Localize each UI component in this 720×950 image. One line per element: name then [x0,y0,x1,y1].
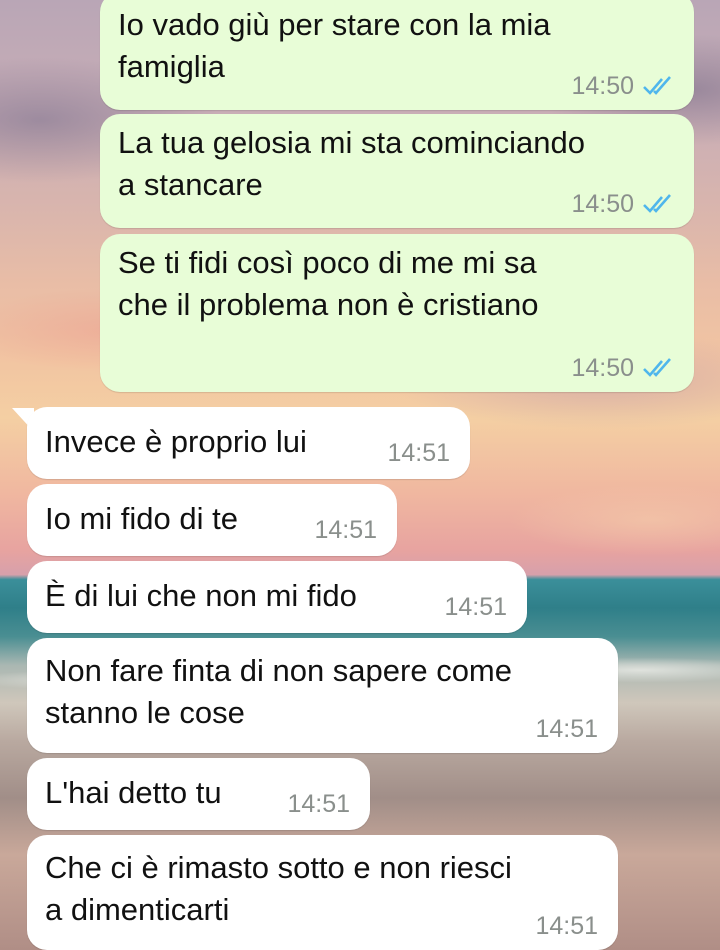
double-check-icon [643,194,671,213]
message-time: 14:50 [571,72,634,100]
message-meta: 14:51 [535,715,598,743]
message-meta: 14:51 [314,516,377,544]
message-text: Che ci è rimasto sotto e non riesci a di… [45,850,512,927]
incoming-message[interactable]: Non fare finta di non sapere come stanno… [27,638,618,753]
incoming-message[interactable]: L'hai detto tu 14:51 [27,758,370,830]
message-time: 14:50 [571,354,634,382]
incoming-message[interactable]: Invece è proprio lui 14:51 [27,407,470,479]
message-time: 14:51 [287,790,350,818]
message-meta: 14:51 [444,593,507,621]
incoming-message[interactable]: Che ci è rimasto sotto e non riesci a di… [27,835,618,950]
message-text: Se ti fidi così poco di me mi sa che il … [118,245,539,322]
message-time: 14:51 [314,516,377,544]
message-meta: 14:50 [571,72,674,100]
outgoing-message[interactable]: Se ti fidi così poco di me mi sa che il … [100,234,694,392]
message-meta: 14:50 [571,190,674,218]
message-time: 14:51 [387,439,450,467]
message-meta: 14:50 [571,354,674,382]
incoming-message[interactable]: Io mi fido di te 14:51 [27,484,397,556]
incoming-message[interactable]: È di lui che non mi fido 14:51 [27,561,527,633]
message-time: 14:51 [444,593,507,621]
outgoing-message[interactable]: Io vado giù per stare con la mia famigli… [100,0,694,110]
message-text: È di lui che non mi fido [45,578,357,613]
message-time: 14:50 [571,190,634,218]
message-meta: 14:51 [535,912,598,940]
message-meta: 14:51 [387,439,450,467]
message-text: Non fare finta di non sapere come stanno… [45,653,512,730]
outgoing-message[interactable]: La tua gelosia mi sta cominciando a stan… [100,114,694,228]
message-time: 14:51 [535,715,598,743]
message-meta: 14:51 [287,790,350,818]
message-time: 14:51 [535,912,598,940]
double-check-icon [643,358,671,377]
double-check-icon [643,76,671,95]
